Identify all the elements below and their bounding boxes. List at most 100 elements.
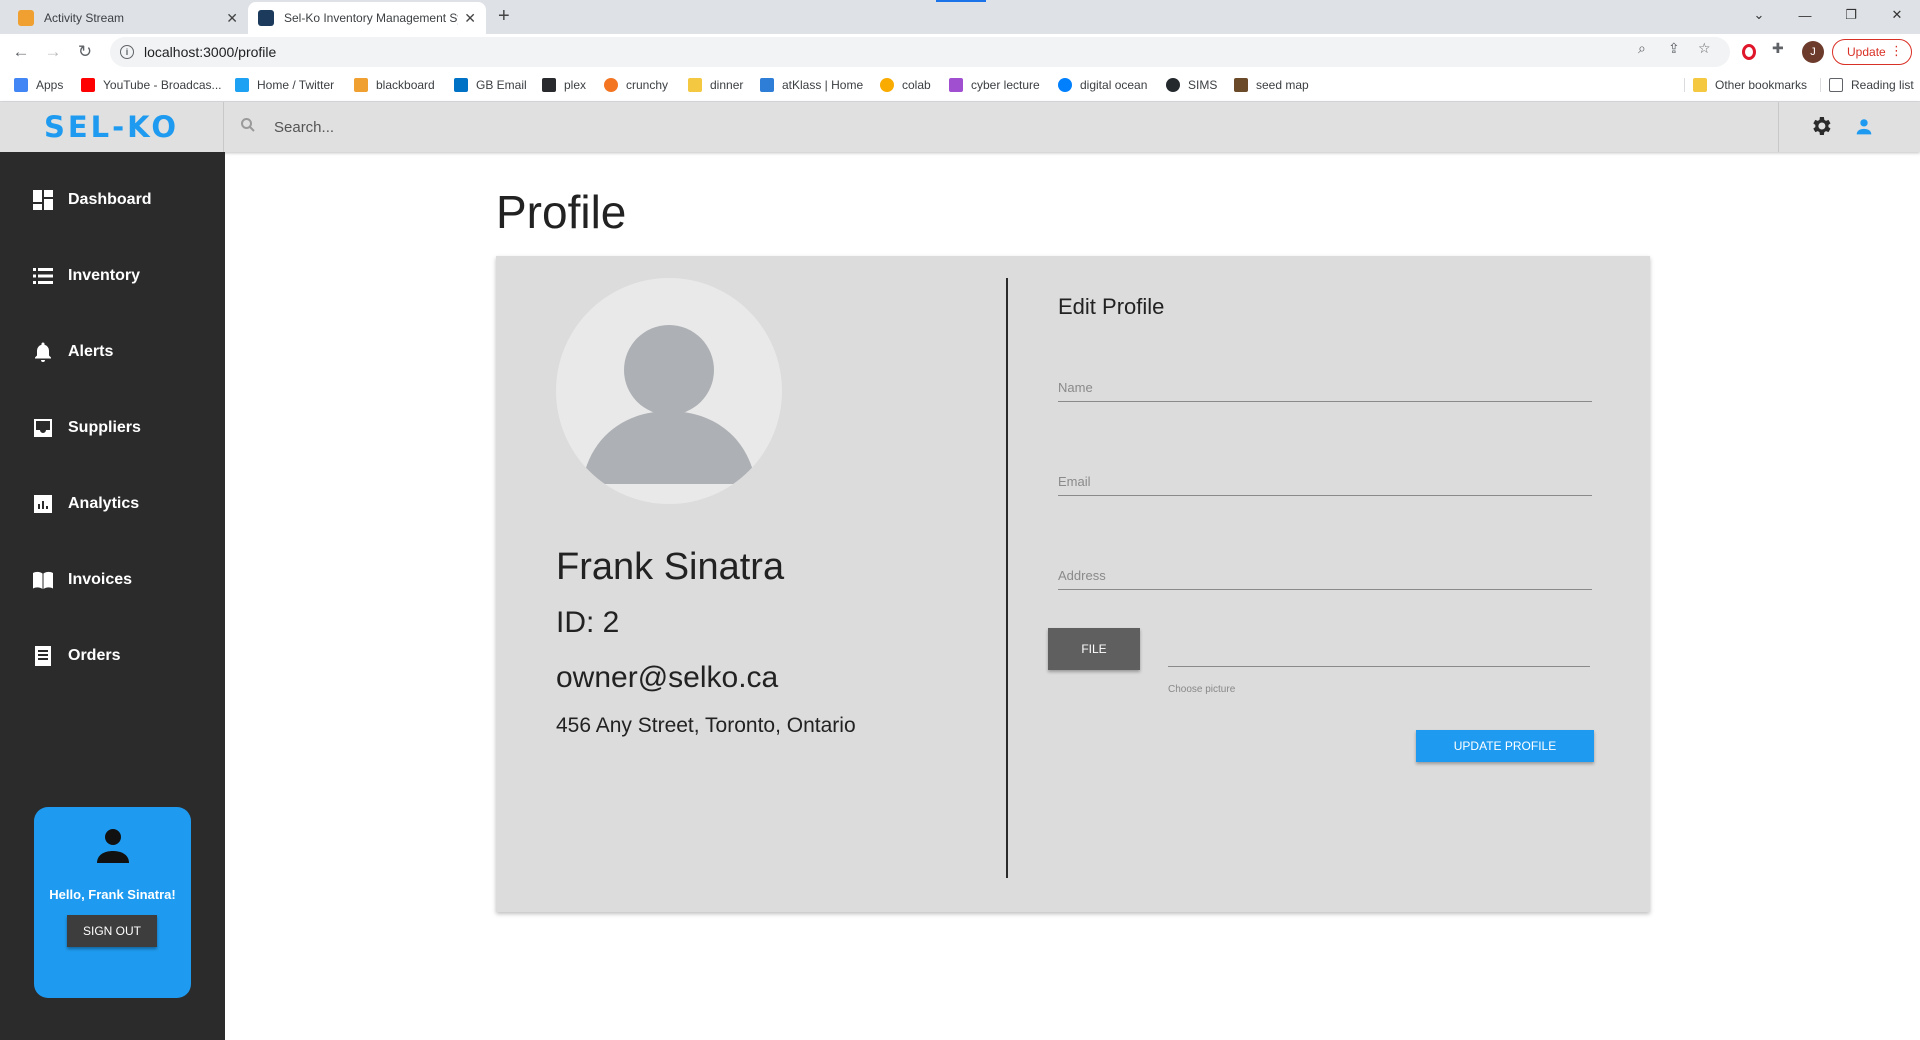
name-field <box>1058 358 1592 402</box>
sidebar-item-label: Alerts <box>68 343 114 360</box>
sidebar-item-alerts[interactable]: Alerts <box>32 336 113 368</box>
sidebar-item-label: Orders <box>68 647 121 664</box>
sidebar-item-dashboard[interactable]: Dashboard <box>32 184 152 216</box>
address-bar[interactable]: i localhost:3000/profile <box>110 37 1730 67</box>
inbox-icon <box>34 419 52 437</box>
opera-extension-icon[interactable] <box>1742 44 1756 60</box>
forward-icon[interactable]: → <box>41 40 65 64</box>
sidebar-item-suppliers[interactable]: Suppliers <box>32 412 141 444</box>
book-icon <box>33 571 53 589</box>
browser-tab-activity-stream[interactable]: Activity Stream ✕ <box>8 2 248 34</box>
address-input[interactable] <box>1058 568 1592 583</box>
close-tab-icon[interactable]: ✕ <box>226 10 238 27</box>
search-input[interactable] <box>274 118 1674 136</box>
bookmark-crunchy[interactable]: crunchy <box>604 78 668 92</box>
address-field <box>1058 546 1592 590</box>
sidebar-item-inventory[interactable]: Inventory <box>32 260 140 292</box>
close-window-button[interactable]: ✕ <box>1874 0 1920 30</box>
url-text: localhost:3000/profile <box>144 44 277 60</box>
apps-grid-icon <box>14 78 28 92</box>
folder-icon <box>688 78 702 92</box>
bookmark-gb-email[interactable]: GB Email <box>454 78 527 92</box>
reading-list-icon <box>1829 78 1843 92</box>
bookmark-blackboard[interactable]: blackboard <box>354 78 435 92</box>
bookmark-colab[interactable]: colab <box>880 78 931 92</box>
profile-email: owner@selko.ca <box>556 661 779 694</box>
email-field <box>1058 452 1592 496</box>
bookmark-atklass[interactable]: atKlass | Home <box>760 78 863 92</box>
card-divider <box>1006 278 1008 878</box>
sidebar: Dashboard Inventory Alerts Suppliers Ana… <box>0 152 225 1040</box>
profile-card: Frank Sinatra ID: 2 owner@selko.ca 456 A… <box>496 256 1650 912</box>
restore-button[interactable]: ❐ <box>1828 0 1874 30</box>
other-bookmarks[interactable]: Other bookmarks <box>1684 78 1807 92</box>
update-profile-button[interactable]: UPDATE PROFILE <box>1416 730 1594 762</box>
bookmark-dinner[interactable]: dinner <box>688 78 743 92</box>
app-logo: SEL-KO <box>43 110 180 144</box>
browser-update-button[interactable]: Update ⋮ <box>1832 39 1912 65</box>
sidebar-item-analytics[interactable]: Analytics <box>32 488 139 520</box>
browser-tab-selko[interactable]: Sel-Ko Inventory Management Sy ✕ <box>248 2 486 34</box>
logo-container[interactable]: SEL-KO <box>0 102 224 152</box>
file-name-field[interactable] <box>1168 666 1590 667</box>
plex-icon <box>542 78 556 92</box>
browser-tab-strip: Activity Stream ✕ Sel-Ko Inventory Manag… <box>0 0 1920 34</box>
name-input[interactable] <box>1058 380 1592 395</box>
tab-search-icon[interactable]: ⌄ <box>1736 0 1782 30</box>
minimize-button[interactable]: — <box>1782 0 1828 30</box>
crunchyroll-icon <box>604 78 618 92</box>
sidebar-item-label: Analytics <box>68 495 140 512</box>
colab-icon <box>880 78 894 92</box>
user-greeting: Hello, Frank Sinatra! <box>49 887 176 902</box>
bookmark-apps[interactable]: Apps <box>14 78 63 92</box>
edit-profile-title: Edit Profile <box>1058 294 1165 319</box>
bookmark-sims[interactable]: SIMS <box>1166 78 1217 92</box>
sidebar-item-orders[interactable]: Orders <box>32 640 120 672</box>
github-icon <box>1166 78 1180 92</box>
reload-icon[interactable]: ↻ <box>73 40 97 64</box>
seed-map-icon <box>1234 78 1248 92</box>
bookmark-digital-ocean[interactable]: digital ocean <box>1058 78 1147 92</box>
user-icon[interactable] <box>1853 116 1875 138</box>
sidebar-item-label: Inventory <box>68 267 141 284</box>
kebab-menu-icon[interactable]: ⋮ <box>1890 43 1903 59</box>
share-icon[interactable]: ⇪ <box>1668 40 1680 57</box>
header-actions <box>1778 102 1920 152</box>
profile-name: Frank Sinatra <box>556 546 785 588</box>
update-label: Update <box>1847 45 1886 59</box>
sidebar-item-label: Dashboard <box>68 191 152 208</box>
bookmark-star-icon[interactable]: ☆ <box>1698 40 1711 57</box>
profile-avatar[interactable] <box>556 278 782 504</box>
extensions-puzzle-icon[interactable]: ✚ <box>1772 40 1784 57</box>
gear-icon[interactable] <box>1809 114 1833 138</box>
digital-ocean-icon <box>1058 78 1072 92</box>
browser-toolbar: ← → ↻ i localhost:3000/profile <box>0 34 1920 70</box>
youtube-icon <box>81 78 95 92</box>
back-icon[interactable]: ← <box>9 40 33 64</box>
bookmark-seed-map[interactable]: seed map <box>1234 78 1309 92</box>
bookmark-twitter[interactable]: Home / Twitter <box>235 78 334 92</box>
file-helper-text: Choose picture <box>1168 684 1236 695</box>
bookmark-cyber-lecture[interactable]: cyber lecture <box>949 78 1040 92</box>
sign-out-button[interactable]: SIGN OUT <box>67 915 157 947</box>
site-info-icon[interactable]: i <box>120 45 134 59</box>
bookmark-youtube[interactable]: YouTube - Broadcas... <box>81 78 222 92</box>
bookmark-plex[interactable]: plex <box>542 78 586 92</box>
search-icon <box>240 117 256 138</box>
close-tab-icon[interactable]: ✕ <box>464 10 476 27</box>
twitter-icon <box>235 78 249 92</box>
browser-profile-avatar[interactable]: J <box>1802 41 1824 63</box>
sidebar-item-label: Suppliers <box>68 419 141 436</box>
file-button[interactable]: FILE <box>1048 628 1140 670</box>
email-input[interactable] <box>1058 474 1592 489</box>
reading-list[interactable]: Reading list <box>1820 78 1914 92</box>
react-icon <box>258 10 274 26</box>
loading-indicator <box>936 0 986 2</box>
user-card: Hello, Frank Sinatra! SIGN OUT <box>34 807 191 998</box>
profile-id: ID: 2 <box>556 606 620 639</box>
cyber-lecture-icon <box>949 78 963 92</box>
blackboard-icon <box>354 78 368 92</box>
sidebar-item-invoices[interactable]: Invoices <box>32 564 132 596</box>
zoom-icon[interactable]: ⌕ <box>1638 40 1646 57</box>
new-tab-button[interactable]: + <box>498 5 510 28</box>
